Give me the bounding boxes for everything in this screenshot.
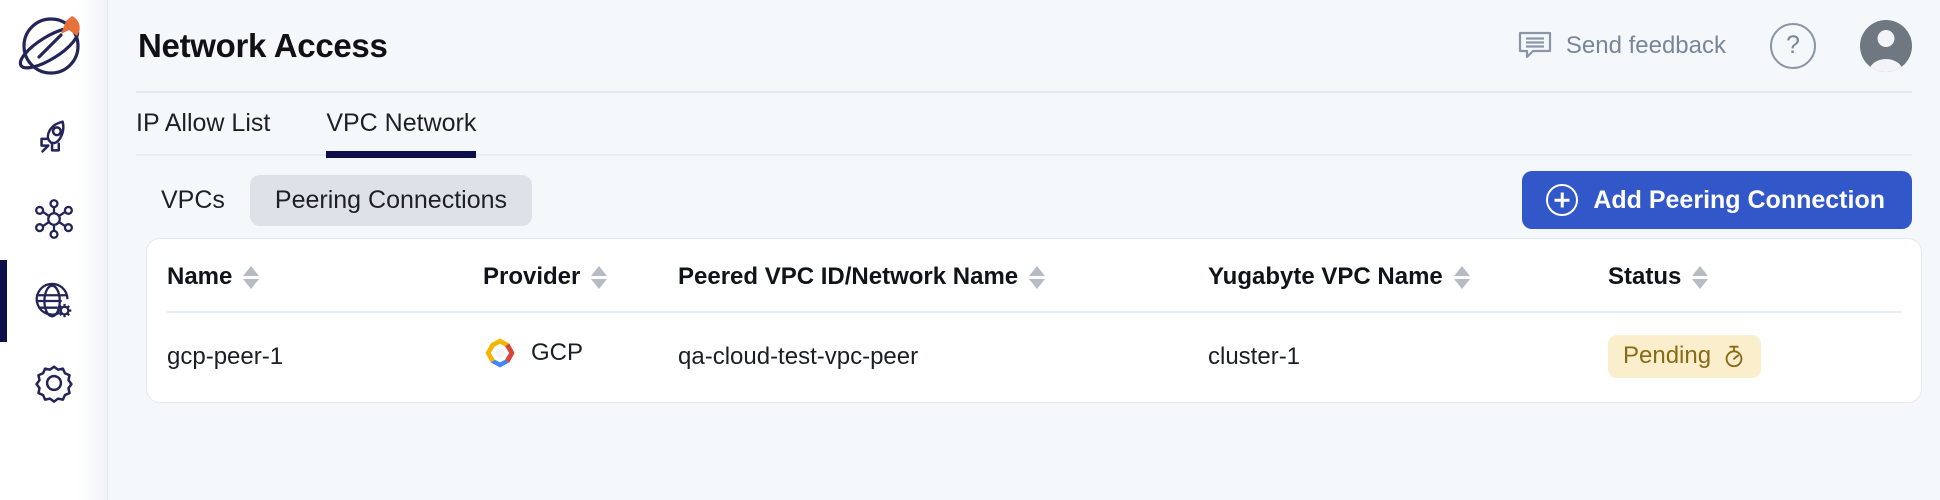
send-feedback-label: Send feedback (1565, 31, 1726, 59)
tab-vpc-network[interactable]: VPC Network (326, 93, 477, 158)
add-peering-connection-button[interactable]: Add Peering Connection (1522, 171, 1912, 229)
cell-status: Pending (1608, 312, 1901, 402)
main-content: Network Access Send feedback ? IP Allow … (108, 0, 1940, 500)
send-feedback-button[interactable]: Send feedback (1517, 29, 1770, 62)
column-label: Status (1608, 263, 1682, 290)
rocket-icon (39, 120, 64, 153)
sidebar-item-clusters[interactable] (0, 178, 108, 260)
sort-icon[interactable] (591, 265, 608, 289)
help-button[interactable]: ? (1770, 22, 1816, 69)
status-label: Pending (1623, 342, 1712, 369)
tab-label: VPC Network (326, 109, 477, 137)
sidebar-nav (0, 96, 107, 424)
table-header-row: Name Provider Peered VPC ID/Network Name… (167, 239, 1901, 313)
segment-peering-connections[interactable]: Peering Connections (249, 174, 532, 226)
table-row[interactable]: gcp-peer-1 GCP qa-cloud-test-vpc-peer cl… (167, 312, 1901, 402)
column-label: Yugabyte VPC Name (1208, 263, 1443, 290)
cell-peered-vpc: qa-cloud-test-vpc-peer (678, 342, 919, 370)
tab-label: IP Allow List (136, 109, 271, 137)
cell-provider: GCP (483, 312, 678, 402)
sidebar (0, 0, 108, 500)
column-header-status[interactable]: Status (1608, 239, 1901, 313)
user-avatar-icon[interactable] (1860, 19, 1912, 72)
sidebar-item-settings[interactable] (0, 342, 108, 424)
app-root: Network Access Send feedback ? IP Allow … (0, 0, 1940, 500)
segment-label: Peering Connections (274, 185, 507, 214)
logo-svg (18, 16, 80, 75)
toolbar: VPCs Peering Connections Add Peering Con… (136, 156, 1912, 238)
peering-connections-table: Name Provider Peered VPC ID/Network Name… (167, 239, 1901, 402)
page-title: Network Access (138, 27, 388, 64)
gear-icon (34, 365, 73, 403)
page-header: Network Access Send feedback ? (108, 0, 1940, 91)
sort-icon[interactable] (1692, 265, 1709, 289)
segment-label: VPCs (161, 185, 225, 214)
cell-yugabyte-vpc: cluster-1 (1208, 342, 1301, 370)
column-label: Provider (483, 263, 581, 290)
table-body: gcp-peer-1 GCP qa-cloud-test-vpc-peer cl… (167, 312, 1901, 402)
column-header-name[interactable]: Name (167, 239, 483, 313)
comment-lines-icon (1518, 31, 1551, 59)
column-header-provider[interactable]: Provider (483, 239, 678, 313)
add-peering-connection-label: Add Peering Connection (1593, 185, 1885, 214)
tab-bar: IP Allow List VPC Network (136, 93, 1912, 158)
stopwatch-icon (1725, 345, 1743, 368)
yugabyte-planet-rocket-logo[interactable] (11, 6, 97, 86)
sort-icon[interactable] (1029, 265, 1046, 289)
sidebar-item-network-access[interactable] (0, 260, 108, 342)
column-label: Name (167, 263, 233, 290)
header-actions: Send feedback ? (1517, 19, 1912, 72)
column-header-yugabyte-vpc[interactable]: Yugabyte VPC Name (1208, 239, 1608, 313)
cluster-nodes-icon (34, 199, 73, 239)
segment-vpcs[interactable]: VPCs (136, 175, 250, 226)
column-label: Peered VPC ID/Network Name (678, 263, 1019, 290)
globe-gear-icon (35, 282, 71, 318)
tab-ip-allow-list[interactable]: IP Allow List (136, 93, 270, 156)
column-header-peered-vpc[interactable]: Peered VPC ID/Network Name (678, 239, 1208, 313)
plus-circle-icon (1546, 184, 1579, 216)
view-segmented-control: VPCs Peering Connections (136, 174, 532, 226)
provider-label: GCP (531, 339, 584, 366)
table-head: Name Provider Peered VPC ID/Network Name… (167, 239, 1901, 313)
status-badge: Pending (1608, 335, 1762, 378)
gcp-hexagon-icon (485, 338, 515, 368)
sort-icon[interactable] (1453, 265, 1470, 289)
question-circle-icon: ? (1786, 31, 1800, 59)
peering-connections-table-card: Name Provider Peered VPC ID/Network Name… (146, 238, 1922, 403)
cell-name: gcp-peer-1 (167, 342, 284, 370)
sort-icon[interactable] (243, 265, 260, 289)
sidebar-item-launch[interactable] (0, 96, 108, 178)
